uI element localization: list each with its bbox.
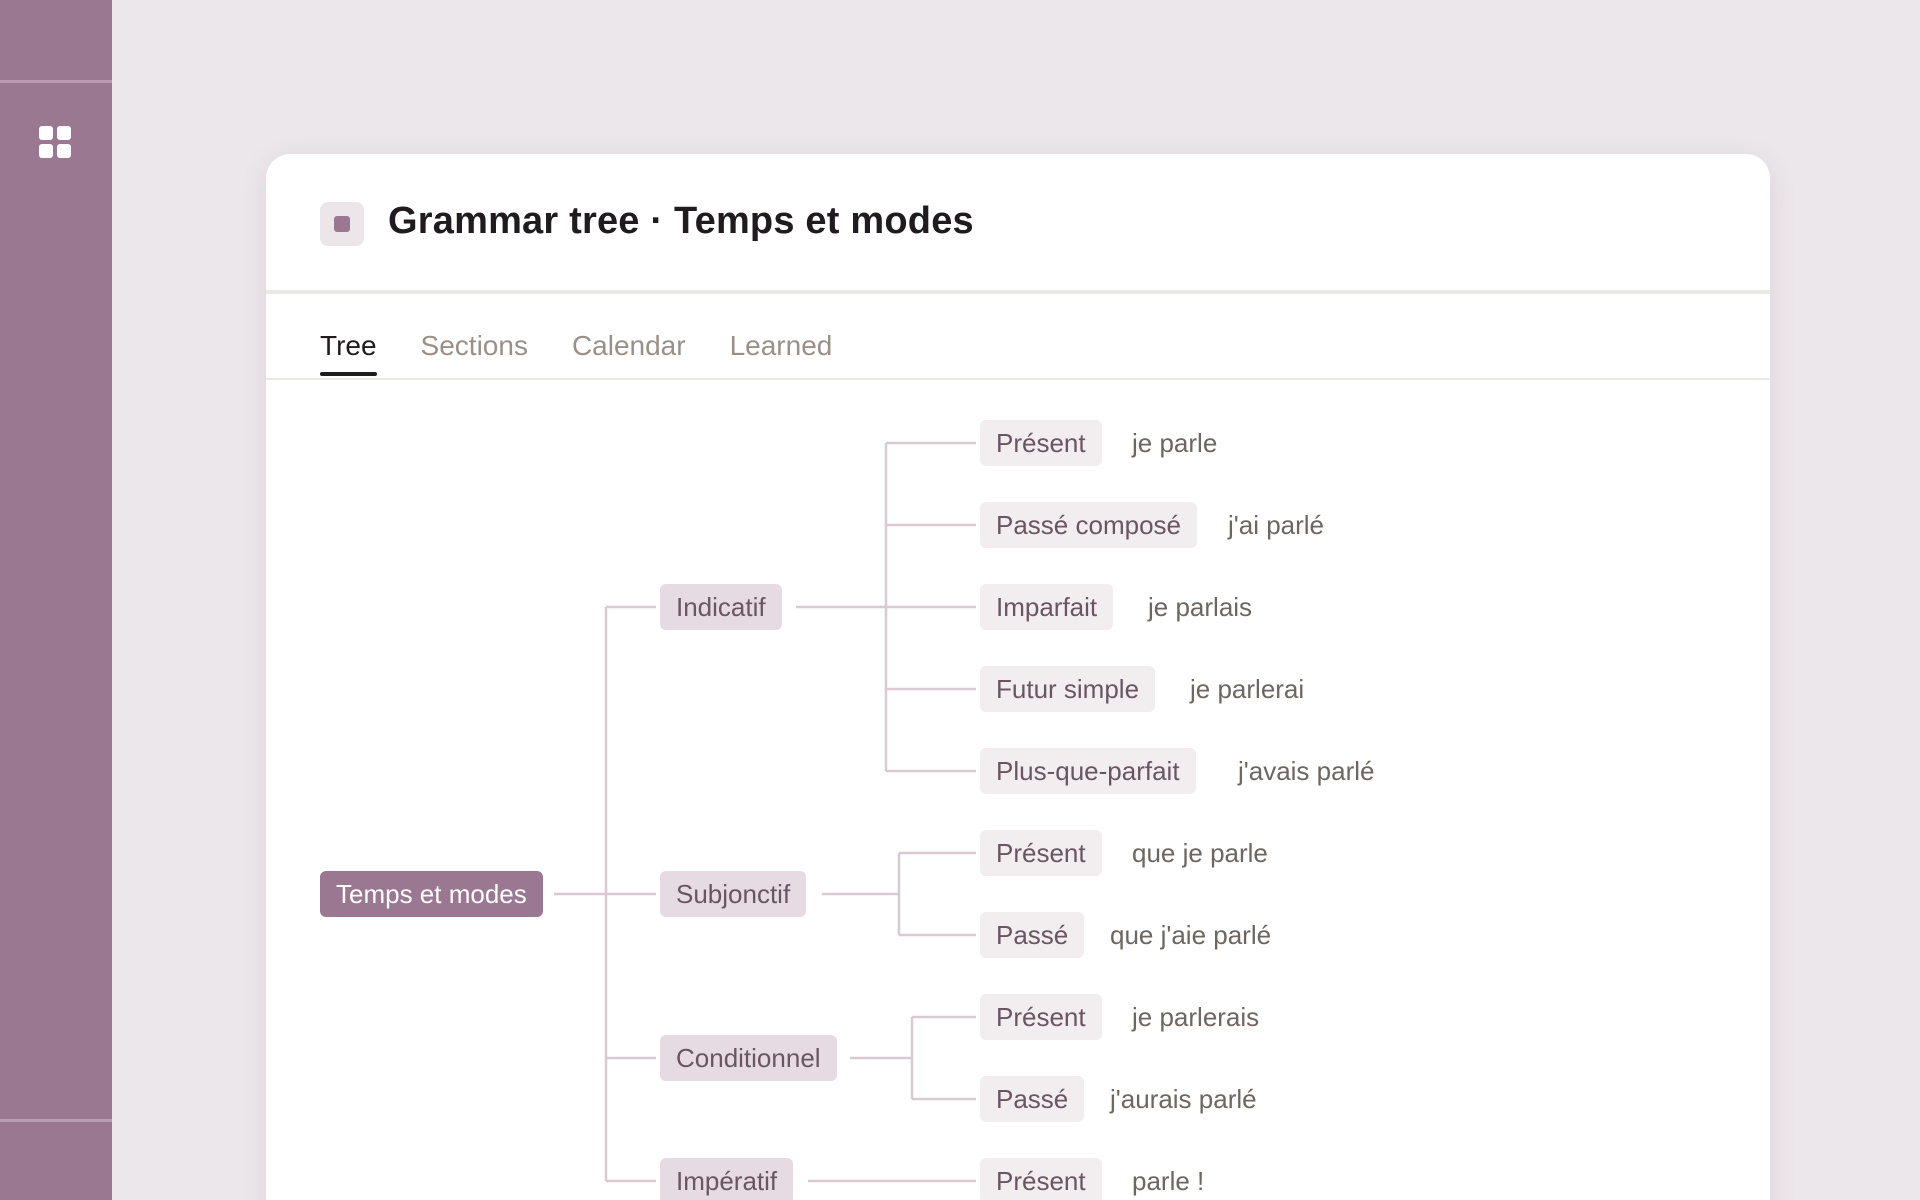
tense-node[interactable]: Passé (980, 912, 1085, 958)
sidebar-divider (0, 1119, 112, 1122)
mode-node-conditionnel[interactable]: Conditionnel (660, 1035, 837, 1081)
conjugation-example: je parle (1132, 428, 1218, 458)
tense-node[interactable]: Futur simple (980, 666, 1156, 712)
conjugation-example: je parlerai (1190, 674, 1305, 704)
sidebar (0, 0, 112, 1200)
tense-node[interactable]: Présent (980, 420, 1102, 466)
mode-node-imperatif[interactable]: Impératif (660, 1158, 794, 1200)
conjugation-example: je parlais (1148, 592, 1253, 622)
tree-root-node[interactable]: Temps et modes (320, 871, 543, 917)
conjugation-example: que je parle (1132, 838, 1268, 868)
conjugation-example: j'ai parlé (1228, 510, 1325, 540)
sidebar-divider (0, 80, 112, 83)
tense-node[interactable]: Présent (980, 830, 1102, 876)
tense-node[interactable]: Présent (980, 994, 1102, 1040)
mode-node-subjonctif[interactable]: Subjonctif (660, 871, 807, 917)
conjugation-example: parle ! (1132, 1166, 1205, 1196)
conjugation-example: j'aurais parlé (1110, 1084, 1257, 1114)
tense-node[interactable]: Présent (980, 1158, 1102, 1200)
conjugation-example: j'avais parlé (1238, 756, 1375, 786)
mode-node-indicatif[interactable]: Indicatif (660, 584, 782, 630)
tense-node[interactable]: Passé composé (980, 502, 1197, 548)
main-card: Grammar tree · Temps et modes Tree Secti… (266, 154, 1770, 1200)
tense-node[interactable]: Plus-que-parfait (980, 748, 1196, 794)
conjugation-example: que j'aie parlé (1110, 920, 1272, 950)
conjugation-example: je parlerais (1132, 1002, 1260, 1032)
grid-icon[interactable] (39, 126, 73, 160)
tense-node[interactable]: Passé (980, 1076, 1085, 1122)
tense-node[interactable]: Imparfait (980, 584, 1114, 630)
